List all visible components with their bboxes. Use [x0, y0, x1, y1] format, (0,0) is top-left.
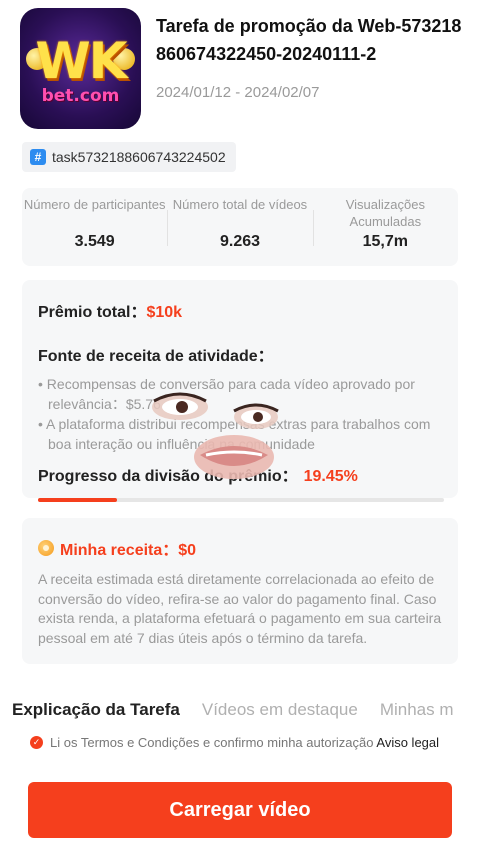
- stat-participants: Número de participantes 3.549: [22, 188, 167, 266]
- my-revenue-label: Minha receita：$0: [60, 542, 197, 559]
- tab-task-explanation[interactable]: Explicação da Tarefa: [12, 700, 180, 719]
- stat-videos: Número total de vídeos 9.263: [167, 188, 312, 266]
- progress-bar: [38, 498, 444, 502]
- face-sticker: [152, 392, 279, 479]
- stat-label: Número de participantes: [23, 197, 166, 212]
- hashtag-icon: #: [30, 149, 46, 165]
- task-header: WK bet.com Tarefa de promoção da Web-573…: [20, 8, 470, 130]
- stat-label: Número total de vídeos: [172, 197, 308, 212]
- revenue-source-title: Fonte de receita de atividade：: [38, 348, 274, 365]
- tab-featured-videos[interactable]: Vídeos em destaque: [202, 700, 358, 719]
- progress-value: 19.45%: [303, 468, 358, 485]
- total-prize-value: $10k: [146, 304, 183, 321]
- total-prize: Prêmio total：$10k: [38, 298, 442, 322]
- tab-bar: Explicação da Tarefa Vídeos em destaque Mi…: [12, 700, 480, 726]
- app-icon: WK bet.com: [20, 8, 141, 129]
- terms-agreement[interactable]: ✓ Li os Termos e Condições e confirmo mi…: [30, 733, 450, 752]
- task-title: Tarefa de promoção da Web-57321886067432…: [156, 16, 462, 64]
- my-revenue-card: Minha receita：$0 A receita estimada está…: [22, 518, 458, 664]
- terms-text: Li os Termos e Condições e confirmo minh…: [50, 735, 374, 750]
- stat-label: Visualizações Acumuladas: [345, 197, 425, 229]
- task-dates: 2024/01/12 - 2024/02/07: [156, 84, 320, 101]
- task-id-text: task5732188606743224502: [52, 149, 226, 165]
- my-revenue-title: Minha receita：$0: [38, 536, 442, 560]
- progress-bar-fill: [38, 498, 117, 502]
- task-id-tag: # task5732188606743224502: [22, 142, 236, 172]
- stat-value: 3.549: [74, 233, 115, 250]
- checkbox-checked-icon[interactable]: ✓: [30, 736, 43, 749]
- upload-video-button[interactable]: Carregar vídeo: [28, 782, 452, 838]
- coin-icon: [38, 540, 54, 556]
- my-revenue-description: A receita estimada está diretamente corr…: [38, 571, 442, 646]
- stat-views: Visualizações Acumuladas 15,7m: [312, 188, 458, 266]
- stats-panel: Número de participantes 3.549 Número tot…: [22, 188, 458, 266]
- app-logo-subtext: bet.com: [41, 86, 120, 106]
- total-prize-label: Prêmio total：: [38, 304, 147, 321]
- legal-notice-link[interactable]: Aviso legal: [376, 735, 439, 750]
- stat-value: 9.263: [219, 233, 261, 250]
- stat-value: 15,7m: [362, 233, 408, 250]
- app-logo-text: WK: [35, 32, 128, 90]
- tab-my-videos[interactable]: Minhas m: [380, 700, 454, 719]
